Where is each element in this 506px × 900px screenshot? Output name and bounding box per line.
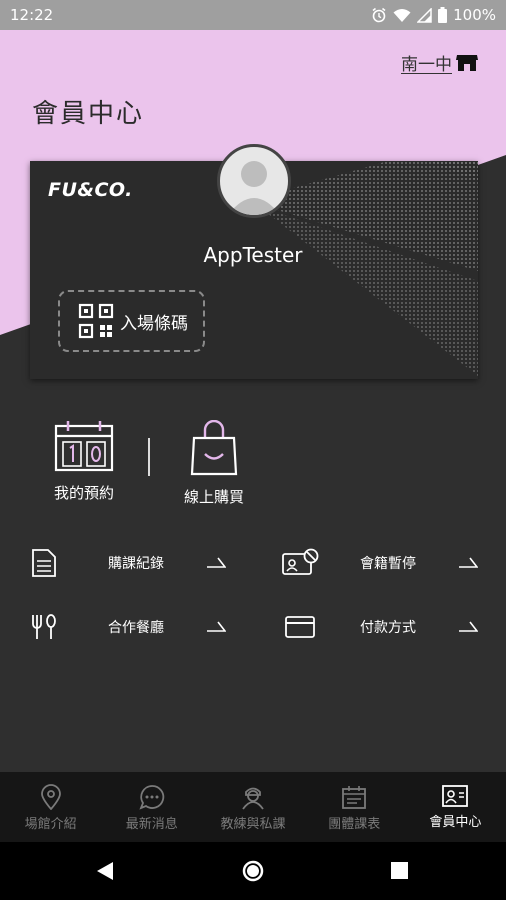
back-icon[interactable] — [96, 861, 114, 881]
purchase-history-label: 購課紀錄 — [108, 556, 164, 572]
system-nav-bar — [0, 842, 506, 900]
status-icons: 100% — [371, 6, 496, 24]
credit-card-icon — [280, 615, 320, 639]
arrow-right-icon — [459, 557, 478, 568]
avatar[interactable] — [217, 144, 291, 218]
qr-code-icon — [78, 303, 114, 339]
purchase-history-item[interactable]: 購課紀錄 — [24, 546, 234, 580]
home-icon[interactable] — [242, 860, 264, 882]
arrow-right-icon — [207, 557, 226, 568]
online-purchase-button[interactable]: 線上購買 — [164, 420, 264, 507]
member-card-icon — [442, 785, 469, 807]
arrow-right-icon — [207, 621, 226, 632]
quick-divider — [148, 438, 150, 476]
my-reservations-label: 我的預約 — [53, 484, 114, 502]
nav-venue-intro[interactable]: 場館介紹 — [0, 772, 101, 842]
payment-methods-label: 付款方式 — [360, 620, 416, 636]
chat-bubble-icon — [139, 785, 164, 810]
username: AppTester — [203, 243, 303, 267]
branch-selector[interactable]: 南一中 — [401, 50, 478, 75]
checkin-qr-button[interactable]: 入場條碼 — [58, 290, 205, 352]
nav-group-schedule[interactable]: 團體課表 — [304, 772, 405, 842]
status-bar: 12:22 100% — [0, 0, 506, 30]
id-card-pause-icon — [280, 548, 320, 578]
nav-member-center[interactable]: 會員中心 — [405, 772, 506, 842]
nav-coaches[interactable]: 教練與私課 — [202, 772, 303, 842]
document-icon — [24, 548, 64, 578]
default-avatar-icon — [228, 161, 280, 215]
partner-restaurants-item[interactable]: 合作餐廳 — [24, 610, 234, 644]
arrow-right-icon — [459, 621, 478, 632]
membership-pause-item[interactable]: 會籍暫停 — [280, 546, 490, 580]
alarm-icon — [372, 7, 386, 23]
nav-label: 教練與私課 — [220, 817, 286, 832]
branch-label: 南一中 — [401, 55, 452, 75]
nav-label: 場館介紹 — [24, 817, 77, 832]
battery-icon — [438, 7, 448, 23]
shopping-bag-icon — [190, 420, 238, 476]
store-icon — [456, 54, 478, 71]
calendar-icon — [342, 786, 367, 809]
signal-icon — [417, 7, 432, 23]
status-time: 12:22 — [10, 6, 54, 24]
wifi-icon — [393, 8, 411, 22]
nav-label: 會員中心 — [429, 815, 482, 830]
location-pin-icon — [40, 784, 61, 810]
checkin-label: 入場條碼 — [120, 313, 188, 334]
page-title: 會員中心 — [32, 99, 145, 129]
nav-label: 最新消息 — [125, 817, 178, 832]
bottom-nav: 場館介紹 最新消息 教練與私課 團體課表 會員中心 — [0, 772, 506, 842]
brand-logo: FU&CO. — [48, 179, 133, 201]
battery-percent: 100% — [453, 6, 496, 24]
membership-pause-label: 會籍暫停 — [360, 556, 416, 572]
utensils-icon — [24, 613, 64, 641]
my-reservations-button[interactable]: 我的預約 — [34, 420, 134, 503]
calendar-icon — [54, 421, 114, 472]
online-purchase-label: 線上購買 — [183, 488, 244, 506]
nav-label: 團體課表 — [328, 817, 381, 832]
partner-restaurants-label: 合作餐廳 — [108, 620, 164, 636]
payment-methods-item[interactable]: 付款方式 — [280, 610, 490, 644]
recents-icon[interactable] — [391, 862, 408, 879]
coach-icon — [242, 787, 264, 810]
nav-news[interactable]: 最新消息 — [101, 772, 202, 842]
